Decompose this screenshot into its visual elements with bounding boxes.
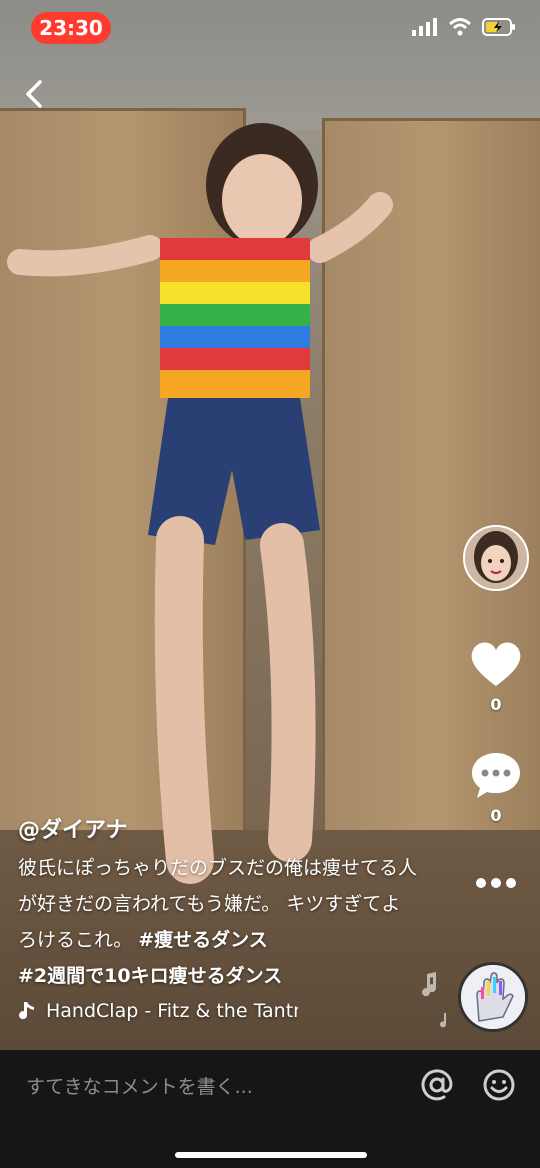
creator-username[interactable]: @ダイアナ [18, 812, 418, 844]
hand-clap-icon [461, 965, 525, 1029]
comment-count: 0 [490, 806, 502, 825]
caption-description: 彼氏にぽっちゃりだのブスだの俺は痩せてる人が好きだの言われてもう嫌だ。 キツすぎ… [18, 850, 418, 994]
action-column: 0 0 [460, 525, 532, 891]
emoji-icon[interactable] [482, 1068, 516, 1102]
avatar-face [465, 527, 527, 589]
back-icon[interactable] [20, 78, 52, 110]
comment-input[interactable]: すてきなコメントを書く... [26, 1072, 253, 1099]
status-icons [412, 18, 516, 36]
music-label[interactable]: HandClap - Fitz & the Tantr [18, 1000, 298, 1022]
hashtag-link[interactable]: #2週間で10キロ痩せるダンス [18, 965, 282, 987]
video-caption: @ダイアナ 彼氏にぽっちゃりだのブスだの俺は痩せてる人が好きだの言われてもう嫌だ… [18, 812, 418, 1022]
at-icon[interactable] [420, 1068, 454, 1102]
music-disc[interactable] [458, 962, 528, 1032]
heart-icon[interactable] [469, 639, 523, 689]
app-screen: 23:30 0 0 @ダイアナ 彼氏にぽっちゃりだのブスだの俺は痩せてる人が好き… [0, 0, 540, 1168]
comment-bar: すてきなコメントを書く... [0, 1050, 540, 1168]
home-indicator[interactable] [175, 1152, 367, 1158]
like-count: 0 [490, 695, 502, 714]
battery-icon [482, 18, 515, 36]
hashtag-link[interactable]: #痩せるダンス [138, 929, 268, 951]
wifi-icon [448, 18, 472, 36]
music-title: HandClap - Fitz & the Tantr [46, 1000, 298, 1022]
more-icon[interactable] [474, 875, 518, 891]
signal-icon [412, 18, 437, 36]
floating-note-icon [422, 972, 437, 997]
music-note-icon [19, 1002, 34, 1020]
creator-avatar[interactable] [463, 525, 529, 591]
comment-icon[interactable] [469, 750, 523, 800]
floating-note-icon [440, 1013, 447, 1028]
status-time: 23:30 [31, 12, 111, 44]
